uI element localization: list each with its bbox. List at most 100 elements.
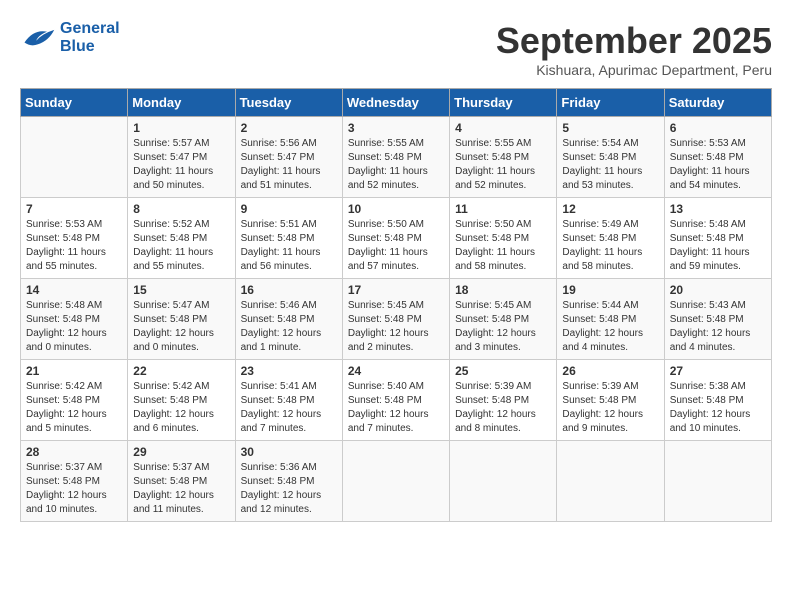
calendar-cell: 29 Sunrise: 5:37 AM Sunset: 5:48 PM Dayli… <box>128 441 235 522</box>
day-info: Sunrise: 5:51 AM Sunset: 5:48 PM Dayligh… <box>241 218 337 274</box>
day-number: 10 <box>348 202 444 216</box>
calendar-cell: 12 Sunrise: 5:49 AM Sunset: 5:48 PM Dayli… <box>557 198 664 279</box>
day-info: Sunrise: 5:55 AM Sunset: 5:48 PM Dayligh… <box>348 137 444 193</box>
day-number: 9 <box>241 202 337 216</box>
day-number: 3 <box>348 121 444 135</box>
calendar-cell <box>557 441 664 522</box>
day-info: Sunrise: 5:43 AM Sunset: 5:48 PM Dayligh… <box>670 299 766 355</box>
day-number: 29 <box>133 445 229 459</box>
day-number: 7 <box>26 202 122 216</box>
day-info: Sunrise: 5:40 AM Sunset: 5:48 PM Dayligh… <box>348 380 444 436</box>
calendar-cell: 10 Sunrise: 5:50 AM Sunset: 5:48 PM Dayli… <box>342 198 449 279</box>
calendar-cell: 6Sunrise: 5:53 AM Sunset: 5:48 PM Daylig… <box>664 117 771 198</box>
calendar-cell: 4 Sunrise: 5:55 AM Sunset: 5:48 PM Daylig… <box>450 117 557 198</box>
day-info: Sunrise: 5:37 AM Sunset: 5:48 PM Dayligh… <box>133 461 229 517</box>
calendar-cell: 26 Sunrise: 5:39 AM Sunset: 5:48 PM Dayli… <box>557 360 664 441</box>
day-number: 12 <box>562 202 658 216</box>
calendar-cell: 30 Sunrise: 5:36 AM Sunset: 5:48 PM Dayli… <box>235 441 342 522</box>
day-number: 17 <box>348 283 444 297</box>
day-info: Sunrise: 5:48 AM Sunset: 5:48 PM Dayligh… <box>670 218 766 274</box>
day-info: Sunrise: 5:48 AM Sunset: 5:48 PM Dayligh… <box>26 299 122 355</box>
day-info: Sunrise: 5:46 AM Sunset: 5:48 PM Dayligh… <box>241 299 337 355</box>
calendar-week-row: 28 Sunrise: 5:37 AM Sunset: 5:48 PM Dayli… <box>21 441 772 522</box>
day-number: 20 <box>670 283 766 297</box>
day-info: Sunrise: 5:37 AM Sunset: 5:48 PM Dayligh… <box>26 461 122 517</box>
calendar-cell: 15 Sunrise: 5:47 AM Sunset: 5:48 PM Dayli… <box>128 279 235 360</box>
day-info: Sunrise: 5:52 AM Sunset: 5:48 PM Dayligh… <box>133 218 229 274</box>
calendar-cell: 8 Sunrise: 5:52 AM Sunset: 5:48 PM Daylig… <box>128 198 235 279</box>
day-number: 13 <box>670 202 766 216</box>
day-info: Sunrise: 5:36 AM Sunset: 5:48 PM Dayligh… <box>241 461 337 517</box>
day-info: Sunrise: 5:50 AM Sunset: 5:48 PM Dayligh… <box>455 218 551 274</box>
column-header-wednesday: Wednesday <box>342 89 449 117</box>
column-header-thursday: Thursday <box>450 89 557 117</box>
day-info: Sunrise: 5:50 AM Sunset: 5:48 PM Dayligh… <box>348 218 444 274</box>
column-header-saturday: Saturday <box>664 89 771 117</box>
day-number: 4 <box>455 121 551 135</box>
day-number: 1 <box>133 121 229 135</box>
logo: General Blue <box>20 20 120 56</box>
day-info: Sunrise: 5:38 AM Sunset: 5:48 PM Dayligh… <box>670 380 766 436</box>
calendar-week-row: 1 Sunrise: 5:57 AM Sunset: 5:47 PM Daylig… <box>21 117 772 198</box>
calendar-cell <box>664 441 771 522</box>
location: Kishuara, Apurimac Department, Peru <box>496 62 772 78</box>
day-info: Sunrise: 5:41 AM Sunset: 5:48 PM Dayligh… <box>241 380 337 436</box>
day-info: Sunrise: 5:49 AM Sunset: 5:48 PM Dayligh… <box>562 218 658 274</box>
logo-icon <box>20 24 56 52</box>
day-number: 21 <box>26 364 122 378</box>
calendar-cell: 20 Sunrise: 5:43 AM Sunset: 5:48 PM Dayli… <box>664 279 771 360</box>
calendar-cell: 19 Sunrise: 5:44 AM Sunset: 5:48 PM Dayli… <box>557 279 664 360</box>
day-info: Sunrise: 5:39 AM Sunset: 5:48 PM Dayligh… <box>562 380 658 436</box>
calendar-cell: 2Sunrise: 5:56 AM Sunset: 5:47 PM Daylig… <box>235 117 342 198</box>
calendar-cell: 1 Sunrise: 5:57 AM Sunset: 5:47 PM Daylig… <box>128 117 235 198</box>
day-info: Sunrise: 5:45 AM Sunset: 5:48 PM Dayligh… <box>455 299 551 355</box>
day-info: Sunrise: 5:55 AM Sunset: 5:48 PM Dayligh… <box>455 137 551 193</box>
day-number: 22 <box>133 364 229 378</box>
day-info: Sunrise: 5:57 AM Sunset: 5:47 PM Dayligh… <box>133 137 229 193</box>
calendar-cell <box>342 441 449 522</box>
day-info: Sunrise: 5:39 AM Sunset: 5:48 PM Dayligh… <box>455 380 551 436</box>
day-info: Sunrise: 5:45 AM Sunset: 5:48 PM Dayligh… <box>348 299 444 355</box>
day-info: Sunrise: 5:47 AM Sunset: 5:48 PM Dayligh… <box>133 299 229 355</box>
calendar-cell: 27Sunrise: 5:38 AM Sunset: 5:48 PM Dayli… <box>664 360 771 441</box>
month-title: September 2025 <box>496 20 772 62</box>
day-number: 26 <box>562 364 658 378</box>
page-header: General Blue September 2025 Kishuara, Ap… <box>20 20 772 78</box>
calendar-cell: 21Sunrise: 5:42 AM Sunset: 5:48 PM Dayli… <box>21 360 128 441</box>
calendar-week-row: 14 Sunrise: 5:48 AM Sunset: 5:48 PM Dayli… <box>21 279 772 360</box>
calendar-cell: 5 Sunrise: 5:54 AM Sunset: 5:48 PM Daylig… <box>557 117 664 198</box>
calendar-table: SundayMondayTuesdayWednesdayThursdayFrid… <box>20 88 772 522</box>
calendar-cell <box>21 117 128 198</box>
day-number: 6 <box>670 121 766 135</box>
day-info: Sunrise: 5:53 AM Sunset: 5:48 PM Dayligh… <box>26 218 122 274</box>
day-number: 28 <box>26 445 122 459</box>
day-number: 24 <box>348 364 444 378</box>
day-number: 23 <box>241 364 337 378</box>
day-number: 15 <box>133 283 229 297</box>
calendar-cell: 11 Sunrise: 5:50 AM Sunset: 5:48 PM Dayli… <box>450 198 557 279</box>
day-number: 30 <box>241 445 337 459</box>
calendar-cell: 17 Sunrise: 5:45 AM Sunset: 5:48 PM Dayli… <box>342 279 449 360</box>
day-number: 18 <box>455 283 551 297</box>
calendar-cell: 9 Sunrise: 5:51 AM Sunset: 5:48 PM Daylig… <box>235 198 342 279</box>
column-header-sunday: Sunday <box>21 89 128 117</box>
calendar-cell: 3 Sunrise: 5:55 AM Sunset: 5:48 PM Daylig… <box>342 117 449 198</box>
calendar-cell: 13 Sunrise: 5:48 AM Sunset: 5:48 PM Dayli… <box>664 198 771 279</box>
day-info: Sunrise: 5:44 AM Sunset: 5:48 PM Dayligh… <box>562 299 658 355</box>
day-number: 2 <box>241 121 337 135</box>
day-number: 8 <box>133 202 229 216</box>
calendar-cell <box>450 441 557 522</box>
column-header-tuesday: Tuesday <box>235 89 342 117</box>
day-info: Sunrise: 5:54 AM Sunset: 5:48 PM Dayligh… <box>562 137 658 193</box>
column-header-monday: Monday <box>128 89 235 117</box>
day-info: Sunrise: 5:42 AM Sunset: 5:48 PM Dayligh… <box>133 380 229 436</box>
day-number: 11 <box>455 202 551 216</box>
calendar-week-row: 7 Sunrise: 5:53 AM Sunset: 5:48 PM Daylig… <box>21 198 772 279</box>
calendar-cell: 18 Sunrise: 5:45 AM Sunset: 5:48 PM Dayli… <box>450 279 557 360</box>
day-number: 19 <box>562 283 658 297</box>
calendar-cell: 14 Sunrise: 5:48 AM Sunset: 5:48 PM Dayli… <box>21 279 128 360</box>
calendar-cell: 24 Sunrise: 5:40 AM Sunset: 5:48 PM Dayli… <box>342 360 449 441</box>
day-number: 5 <box>562 121 658 135</box>
day-number: 14 <box>26 283 122 297</box>
logo-text: General Blue <box>60 20 120 56</box>
